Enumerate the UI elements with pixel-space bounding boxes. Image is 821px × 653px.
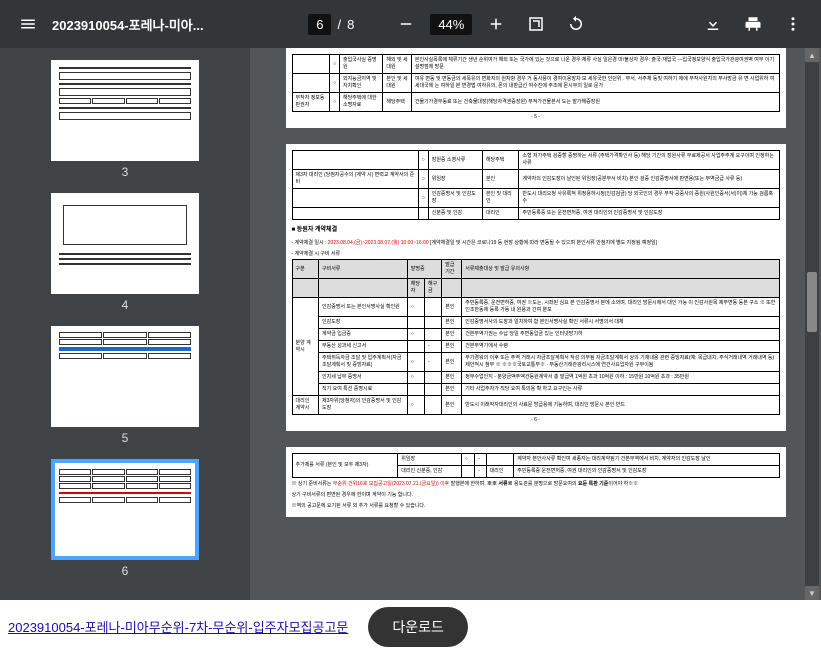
zoom-out-icon[interactable]: [390, 8, 422, 40]
thumbnail-5[interactable]: [51, 326, 199, 427]
thumb-label: 3: [122, 165, 129, 179]
page-7-top: 추가제를 서류 (본인 및 모두 제3자)위임장○-계약자 본안사사류 확인여 …: [286, 447, 786, 517]
zoom-in-icon[interactable]: [480, 8, 512, 40]
page-indicator: 6 / 8: [308, 14, 354, 35]
thumbnail-3[interactable]: [51, 60, 199, 161]
page-total: 8: [347, 17, 354, 32]
download-button[interactable]: 다운로드: [368, 607, 468, 647]
document-title: 2023910054-포레나-미아...: [52, 15, 204, 34]
scroll-up-icon[interactable]: ▲: [805, 48, 819, 62]
scrollbar[interactable]: ▲ ▼: [805, 48, 819, 600]
menu-icon[interactable]: [12, 8, 44, 40]
thumbnail-6[interactable]: [51, 459, 199, 560]
scroll-down-icon[interactable]: ▼: [805, 586, 819, 600]
thumbnail-4[interactable]: [51, 193, 199, 294]
zoom-level[interactable]: 44%: [430, 14, 472, 35]
scroll-thumb[interactable]: [807, 272, 817, 332]
thumb-label: 6: [122, 564, 129, 578]
page-view[interactable]: ○출입국사실 증명원해외 및 세대원본인사실목록에 체류기간 생년 순위여가 해…: [250, 48, 821, 600]
file-link[interactable]: 2023910054-포레나-미아무순위-7차-무순위-입주자모집공고문: [8, 617, 348, 636]
download-icon[interactable]: [697, 8, 729, 40]
thumbnail-panel[interactable]: 3 4 5 6: [0, 48, 250, 600]
fit-page-icon[interactable]: [520, 8, 552, 40]
bottom-bar: 2023910054-포레나-미아무순위-7차-무순위-입주자모집공고문 다운로…: [0, 600, 821, 653]
thumb-label: 5: [122, 431, 129, 445]
page-5-bottom: ○출입국사실 증명원해외 및 세대원본인사실목록에 체류기간 생년 순위여가 해…: [286, 48, 786, 128]
print-icon[interactable]: [737, 8, 769, 40]
rotate-icon[interactable]: [560, 8, 592, 40]
page-6: ○장원증 소영사류해당주택소형 저가주택 검증할 증명하는 서류 (주택가격확인…: [286, 144, 786, 431]
thumb-label: 4: [122, 298, 129, 312]
page-current[interactable]: 6: [308, 14, 331, 35]
more-icon[interactable]: [777, 8, 809, 40]
